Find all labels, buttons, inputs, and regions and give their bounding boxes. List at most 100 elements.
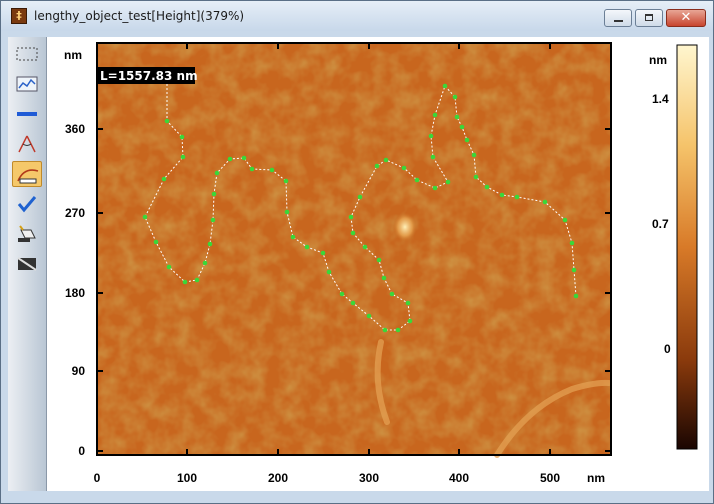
minimize-button[interactable] — [604, 9, 632, 27]
trace-node[interactable] — [202, 260, 208, 266]
trace-node[interactable] — [454, 114, 460, 120]
trace-node[interactable] — [227, 156, 233, 162]
trace-node[interactable] — [350, 300, 356, 306]
trace-node[interactable] — [194, 277, 200, 283]
eraser-tool[interactable] — [12, 221, 42, 247]
colorbar-tick-label: 1.4 — [652, 92, 669, 106]
trace-node[interactable] — [357, 194, 363, 200]
trace-node[interactable] — [562, 217, 568, 223]
length-measure-tool[interactable] — [12, 161, 42, 187]
x-tick-label: 300 — [359, 471, 379, 485]
trace-node[interactable] — [381, 275, 387, 281]
y-tick-label: 270 — [65, 206, 85, 220]
y-tick-label: 360 — [65, 122, 85, 136]
line-tool[interactable] — [12, 101, 42, 127]
title-bar[interactable]: ‡ lengthy_object_test[Height](379%) ✕ — [1, 1, 713, 31]
maximize-icon — [645, 14, 653, 21]
image-view[interactable]: L=1557.83 nm nm 0 90 180 270 360 0 100 2… — [47, 37, 709, 491]
profile-tool[interactable] — [12, 71, 42, 97]
height-image-plot[interactable]: L=1557.83 nm nm 0 90 180 270 360 0 100 2… — [47, 37, 709, 491]
trace-node[interactable] — [514, 194, 520, 200]
y-tick-label: 180 — [65, 286, 85, 300]
trace-node[interactable] — [182, 279, 188, 285]
trace-node[interactable] — [283, 178, 289, 184]
trace-node[interactable] — [395, 327, 401, 333]
trace-node[interactable] — [179, 134, 185, 140]
measurement-label: L=1557.83 nm — [100, 69, 198, 83]
trace-node[interactable] — [214, 170, 220, 176]
check-icon — [17, 196, 37, 213]
trace-node[interactable] — [366, 313, 372, 319]
angle-measure-icon — [18, 135, 36, 153]
angle-tool[interactable] — [12, 131, 42, 157]
trace-node[interactable] — [405, 300, 411, 306]
trace-node[interactable] — [401, 165, 407, 171]
trace-node[interactable] — [473, 174, 479, 180]
trace-node[interactable] — [414, 177, 420, 183]
trace-node[interactable] — [459, 124, 465, 130]
window-bottom-border — [1, 491, 713, 503]
display-toggle-icon — [17, 257, 37, 271]
y-tick-label: 0 — [78, 444, 85, 458]
y-axis-unit: nm — [64, 48, 82, 62]
trace-node[interactable] — [382, 327, 388, 333]
trace-node[interactable] — [269, 167, 275, 173]
display-tool[interactable] — [12, 251, 42, 277]
trace-node[interactable] — [350, 230, 356, 236]
trace-node[interactable] — [464, 137, 470, 143]
trace-node[interactable] — [542, 199, 548, 205]
rectangle-select-tool[interactable] — [12, 41, 42, 67]
trace-node[interactable] — [207, 241, 213, 247]
trace-node[interactable] — [445, 179, 451, 185]
close-icon: ✕ — [680, 10, 692, 25]
trace-node[interactable] — [452, 94, 458, 100]
eraser-icon — [18, 225, 36, 242]
line-tool-icon — [17, 112, 37, 116]
trace-node[interactable] — [142, 214, 148, 220]
colorbar: nm 1.4 0.7 0 — [649, 44, 698, 450]
trace-node[interactable] — [389, 291, 395, 297]
trace-node[interactable] — [290, 234, 296, 240]
maximize-button[interactable] — [635, 9, 663, 27]
trace-node[interactable] — [499, 192, 505, 198]
trace-node[interactable] — [573, 293, 579, 299]
trace-node[interactable] — [161, 176, 167, 182]
trace-node[interactable] — [284, 209, 290, 215]
trace-node[interactable] — [428, 133, 434, 139]
minimize-icon — [614, 20, 623, 22]
afm-image[interactable] — [97, 43, 612, 458]
trace-node[interactable] — [339, 291, 345, 297]
x-tick-label: 0 — [94, 471, 101, 485]
trace-node[interactable] — [432, 185, 438, 191]
trace-node[interactable] — [484, 184, 490, 190]
accept-tool[interactable] — [12, 191, 42, 217]
trace-node[interactable] — [164, 118, 170, 124]
trace-node[interactable] — [471, 152, 477, 158]
trace-node[interactable] — [326, 269, 332, 275]
trace-node[interactable] — [320, 250, 326, 256]
trace-node[interactable] — [304, 244, 310, 250]
trace-node[interactable] — [383, 157, 389, 163]
trace-node[interactable] — [180, 154, 186, 160]
x-axis-unit: nm — [587, 471, 605, 485]
colorbar-scale — [676, 44, 698, 450]
trace-node[interactable] — [210, 217, 216, 223]
trace-node[interactable] — [211, 191, 217, 197]
trace-node[interactable] — [432, 112, 438, 118]
colorbar-tick-label: 0.7 — [652, 217, 669, 231]
trace-node[interactable] — [362, 244, 368, 250]
trace-node[interactable] — [442, 83, 448, 89]
trace-node[interactable] — [376, 257, 382, 263]
close-button[interactable]: ✕ — [666, 9, 706, 27]
trace-node[interactable] — [407, 318, 413, 324]
app-icon[interactable]: ‡ — [11, 8, 27, 24]
trace-node[interactable] — [569, 240, 575, 246]
trace-node[interactable] — [374, 163, 380, 169]
trace-node[interactable] — [430, 154, 436, 160]
trace-node[interactable] — [249, 166, 255, 172]
trace-node[interactable] — [241, 155, 247, 161]
trace-node[interactable] — [571, 267, 577, 273]
trace-node[interactable] — [166, 264, 172, 270]
trace-node[interactable] — [348, 214, 354, 220]
trace-node[interactable] — [153, 239, 159, 245]
